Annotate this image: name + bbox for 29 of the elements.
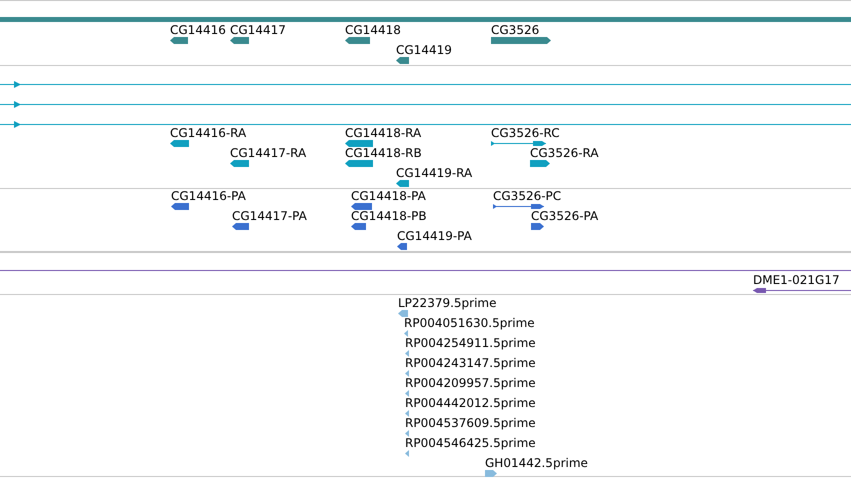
protein-label: CG14418-PB xyxy=(351,209,427,223)
protein-label: CG3526-PA xyxy=(531,209,598,223)
est-label: RP004254911.5prime xyxy=(405,336,536,350)
transcript-label: CG14418-RB xyxy=(345,146,422,160)
protein-label: CG14418-PA xyxy=(351,189,426,203)
protein-label: CG14417-PA xyxy=(232,209,307,223)
transcript-label: CG14419-RA xyxy=(396,166,472,180)
clone-label: DME1-021G17 xyxy=(753,273,840,287)
protein-label: CG14419-PA xyxy=(397,229,472,243)
gene-label: CG3526 xyxy=(491,23,540,37)
est-label: LP22379.5prime xyxy=(398,296,497,310)
transcript-label: CG14418-RA xyxy=(345,126,422,140)
est-label: RP004442012.5prime xyxy=(405,396,536,410)
transcript-label: CG3526-RA xyxy=(530,146,599,160)
est-label: RP004051630.5prime xyxy=(404,316,535,330)
est-label: RP004546425.5prime xyxy=(405,436,536,450)
gene-label: CG14416 xyxy=(170,23,226,37)
gene-label: CG14417 xyxy=(230,23,286,37)
gene-label: CG14419 xyxy=(396,43,452,57)
protein-label: CG14416-PA xyxy=(171,189,246,203)
protein-label: CG3526-PC xyxy=(493,189,562,203)
est-label: RP004209957.5prime xyxy=(405,376,536,390)
transcript-label: CG3526-RC xyxy=(491,126,560,140)
transcript-label: CG14416-RA xyxy=(170,126,246,140)
est-label: RP004243147.5prime xyxy=(405,356,536,370)
est-label: RP004537609.5prime xyxy=(405,416,536,430)
gene-label: CG14418 xyxy=(345,23,401,37)
transcript-label: CG14417-RA xyxy=(230,146,306,160)
est-label: GH01442.5prime xyxy=(485,456,588,470)
